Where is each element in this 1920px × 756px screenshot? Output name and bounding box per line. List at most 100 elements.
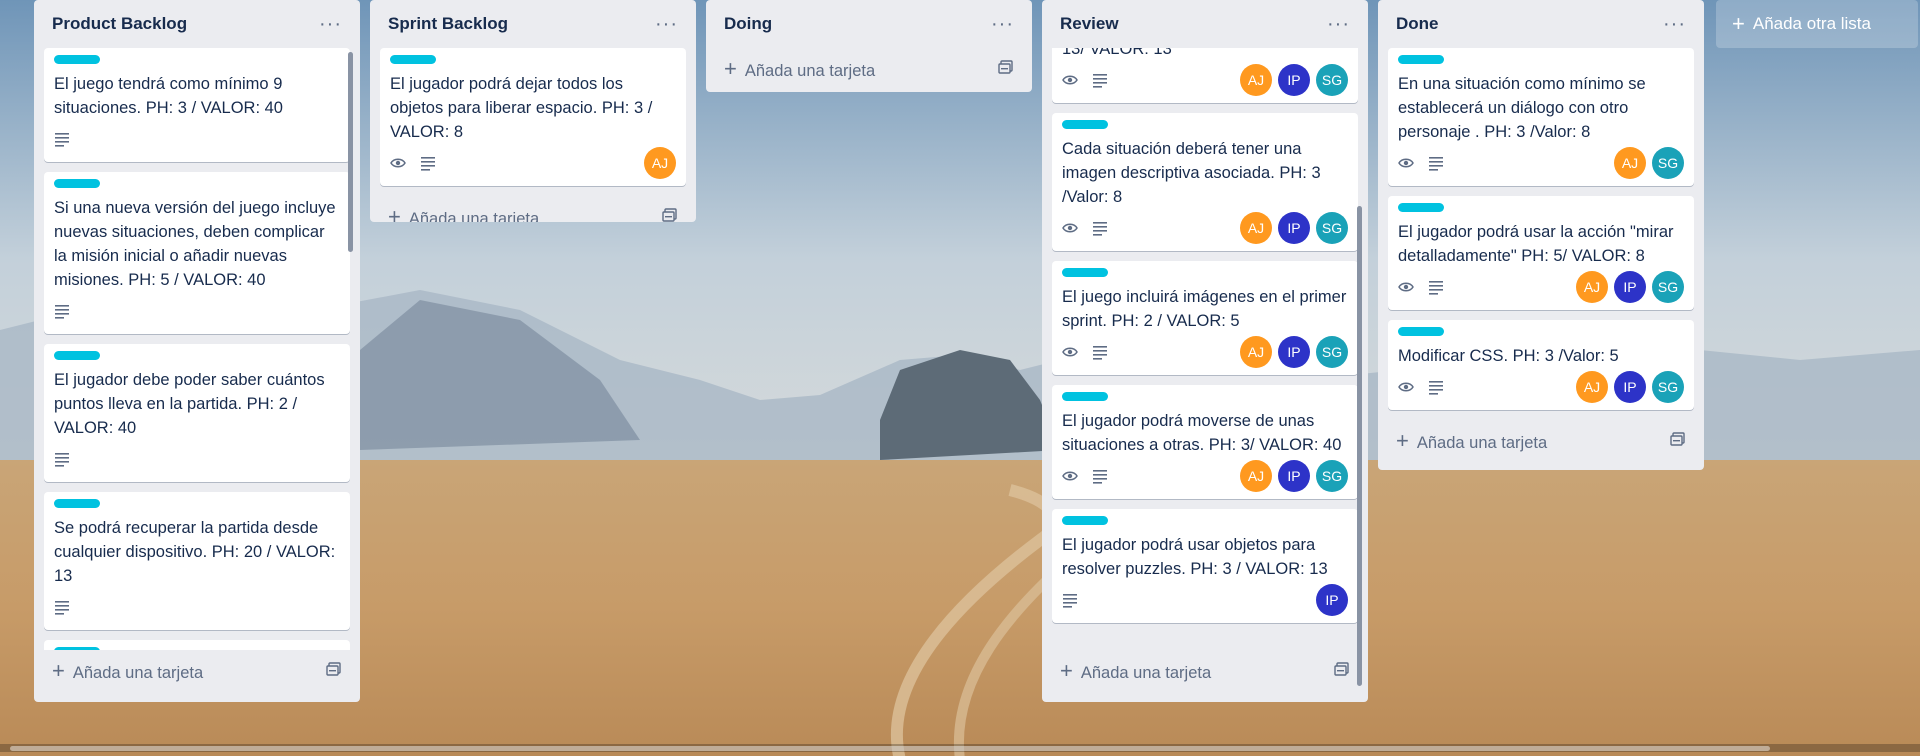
avatar[interactable]: IP	[1278, 212, 1310, 244]
list-title[interactable]: Review	[1060, 14, 1119, 34]
list-done: Done ··· En una situación como mínimo se e…	[1378, 0, 1704, 470]
avatar[interactable]: AJ	[1614, 147, 1646, 179]
avatar[interactable]: AJ	[1576, 371, 1608, 403]
list-header[interactable]: Sprint Backlog ···	[380, 0, 686, 48]
avatar[interactable]: AJ	[1576, 271, 1608, 303]
avatar[interactable]: AJ	[1240, 460, 1272, 492]
avatar[interactable]: SG	[1316, 212, 1348, 244]
list-menu-icon[interactable]: ···	[655, 13, 678, 36]
card-title: Crear un prototipo inicial de juego. PH:…	[1062, 48, 1172, 58]
card-label	[1398, 203, 1444, 212]
card-badges: AJ IP SG	[1398, 371, 1684, 403]
card[interactable]: El jugador debe poder saber cuántos punt…	[44, 344, 350, 482]
avatar[interactable]: IP	[1614, 271, 1646, 303]
plus-icon: +	[724, 56, 737, 81]
card-badges: AJ	[390, 147, 676, 179]
card[interactable]: En una situación como mínimo se establec…	[1388, 48, 1694, 186]
card[interactable]: Se podrá recuperar la partida desde cual…	[44, 492, 350, 630]
avatar[interactable]: SG	[1316, 336, 1348, 368]
card-template-icon[interactable]	[1334, 661, 1350, 682]
card-title: El jugador podrá dejar todos los objetos…	[390, 75, 653, 141]
eye-icon	[1062, 220, 1078, 236]
description-icon	[54, 451, 70, 467]
card-badges	[54, 444, 340, 474]
card-badges	[54, 124, 340, 154]
description-icon	[1428, 379, 1444, 395]
add-card-label: Añada una tarjeta	[72, 664, 204, 682]
avatar[interactable]: IP	[1316, 584, 1348, 616]
avatar[interactable]: SG	[1316, 64, 1348, 96]
plus-icon: +	[1732, 11, 1745, 36]
add-card-label: Añada una tarjeta	[744, 62, 876, 80]
card[interactable]: El jugador podrá dejar todos los objetos…	[380, 48, 686, 186]
avatar[interactable]: AJ	[1240, 336, 1272, 368]
horizontal-scrollbar-thumb[interactable]	[10, 746, 1770, 751]
card[interactable]: Se subirá el juego a un sitio web on-lin…	[44, 640, 350, 650]
add-card-button[interactable]: + Añada una tarjeta	[380, 196, 686, 222]
description-icon	[54, 303, 70, 319]
description-icon	[1428, 155, 1444, 171]
plus-icon: +	[388, 204, 401, 222]
card[interactable]: Crear un prototipo inicial de juego. PH:…	[1052, 48, 1358, 103]
avatar[interactable]: IP	[1278, 336, 1310, 368]
card-title: Cada situación deberá tener una imagen d…	[1062, 140, 1321, 206]
list-menu-icon[interactable]: ···	[991, 13, 1014, 36]
card-title: El jugador podrá usar la acción "mirar d…	[1398, 223, 1674, 265]
eye-icon	[1062, 468, 1078, 484]
card[interactable]: El jugador podrá usar objetos para resol…	[1052, 509, 1358, 623]
avatar[interactable]: SG	[1652, 271, 1684, 303]
list-header[interactable]: Product Backlog ···	[44, 0, 350, 48]
card[interactable]: El jugador podrá usar la acción "mirar d…	[1388, 196, 1694, 310]
list-title[interactable]: Product Backlog	[52, 14, 187, 34]
list-menu-icon[interactable]: ···	[319, 13, 342, 36]
add-list-label: Añada otra lista	[1752, 14, 1871, 33]
add-card-button[interactable]: + Añada una tarjeta	[44, 650, 350, 692]
list-title[interactable]: Done	[1396, 14, 1439, 34]
add-card-label: Añada una tarjeta	[1080, 664, 1212, 682]
list-header[interactable]: Doing ···	[716, 0, 1022, 48]
add-card-label: Añada una tarjeta	[1416, 434, 1548, 452]
card-label	[1398, 327, 1444, 336]
avatar[interactable]: SG	[1652, 147, 1684, 179]
card-label	[54, 179, 100, 188]
avatar[interactable]: SG	[1652, 371, 1684, 403]
list-title[interactable]: Sprint Backlog	[388, 14, 508, 34]
list-scrollbar[interactable]	[1357, 206, 1362, 686]
list-header[interactable]: Done ···	[1388, 0, 1694, 48]
card[interactable]: Si una nueva versión del juego incluye n…	[44, 172, 350, 334]
card[interactable]: Cada situación deberá tener una imagen d…	[1052, 113, 1358, 251]
list-header[interactable]: Review ···	[1052, 0, 1358, 48]
card-label	[390, 55, 436, 64]
card-template-icon[interactable]	[998, 59, 1014, 80]
list-title[interactable]: Doing	[724, 14, 772, 34]
avatar[interactable]: AJ	[1240, 212, 1272, 244]
avatar[interactable]: IP	[1278, 460, 1310, 492]
card-label	[1062, 392, 1108, 401]
card-title: En una situación como mínimo se establec…	[1398, 75, 1646, 141]
card-template-icon[interactable]	[326, 661, 342, 682]
add-card-button[interactable]: + Añada una tarjeta	[1052, 650, 1358, 692]
card-badges: AJ IP SG	[1062, 64, 1348, 96]
list-scrollbar[interactable]	[348, 52, 353, 252]
eye-icon	[1398, 379, 1414, 395]
card-title: Si una nueva versión del juego incluye n…	[54, 199, 336, 289]
add-card-button[interactable]: + Añada una tarjeta	[1388, 420, 1694, 462]
list-menu-icon[interactable]: ···	[1663, 13, 1686, 36]
list-menu-icon[interactable]: ···	[1327, 13, 1350, 36]
avatar[interactable]: IP	[1614, 371, 1646, 403]
card-template-icon[interactable]	[1670, 431, 1686, 452]
description-icon	[1428, 279, 1444, 295]
card-template-icon[interactable]	[662, 207, 678, 223]
card[interactable]: Modificar CSS. PH: 3 /Valor: 5 AJ IP SG	[1388, 320, 1694, 410]
card-title: El jugador debe poder saber cuántos punt…	[54, 371, 325, 437]
add-card-button[interactable]: + Añada una tarjeta	[716, 48, 1022, 90]
avatar[interactable]: IP	[1278, 64, 1310, 96]
avatar[interactable]: AJ	[644, 147, 676, 179]
card[interactable]: El jugador podrá moverse de unas situaci…	[1052, 385, 1358, 499]
avatar[interactable]: SG	[1316, 460, 1348, 492]
card-members: IP	[1316, 584, 1348, 616]
add-list-button[interactable]: + Añada otra lista	[1716, 0, 1918, 48]
card[interactable]: El juego incluirá imágenes en el primer …	[1052, 261, 1358, 375]
avatar[interactable]: AJ	[1240, 64, 1272, 96]
card[interactable]: El juego tendrá como mínimo 9 situacione…	[44, 48, 350, 162]
